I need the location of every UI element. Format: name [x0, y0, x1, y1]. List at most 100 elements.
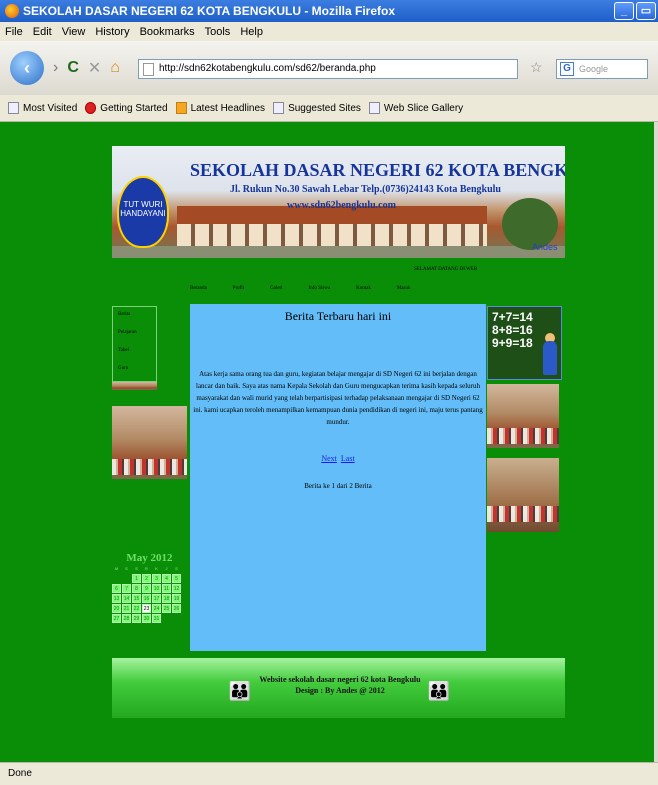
school-address: Jl. Rukun No.30 Sawah Lebar Telp.(0736)2… — [230, 184, 501, 195]
calendar-weekday: S — [135, 566, 138, 571]
bookmark-most-visited[interactable]: Most Visited — [8, 102, 77, 114]
calendar-week-row: 27 28 29 30 31 — [112, 614, 187, 623]
calendar-day[interactable]: 26 — [172, 604, 181, 613]
banner-ground — [112, 246, 565, 258]
calendar-weekday: R — [145, 566, 148, 571]
welcome-text: SELAMAT DATANG DI WEB — [414, 267, 478, 272]
calendar-day[interactable]: 31 — [152, 614, 161, 623]
reload-icon[interactable]: C — [67, 59, 79, 77]
bookmark-web-slice-gallery[interactable]: Web Slice Gallery — [368, 102, 463, 114]
home-icon[interactable]: ⌂ — [110, 59, 120, 77]
calendar-empty-cell — [162, 614, 171, 623]
forward-button[interactable]: › — [53, 59, 58, 77]
calendar-day[interactable]: 21 — [122, 604, 131, 613]
calendar-day[interactable]: 24 — [152, 604, 161, 613]
calendar-day[interactable]: 19 — [172, 594, 181, 603]
window-titlebar: SEKOLAH DASAR NEGERI 62 KOTA BENGKULU - … — [0, 0, 658, 22]
nav-galeri[interactable]: Galeri — [270, 286, 283, 291]
students-group — [487, 506, 559, 522]
calendar-day[interactable]: 15 — [132, 594, 141, 603]
bookmarks-toolbar: Most Visited Getting Started Latest Head… — [0, 95, 658, 122]
minimize-button[interactable]: _ — [614, 2, 634, 20]
side-menu-guru[interactable]: Guru — [118, 366, 156, 379]
menu-file[interactable]: File — [5, 26, 23, 38]
calendar-day[interactable]: 30 — [142, 614, 151, 623]
page-content: TUT WURI HANDAYANI SEKOLAH DASAR NEGERI … — [0, 122, 654, 762]
banner-school-wall — [177, 224, 487, 248]
calendar-days: 1 2 3 4 5 6 7 8 9 10 11 12 13 14 15 16 17 18 19 20 21 22 23 24 2… — [112, 574, 187, 623]
window-title: SEKOLAH DASAR NEGERI 62 KOTA BENGKULU - … — [23, 4, 396, 18]
last-link[interactable]: Last — [341, 454, 355, 463]
calendar-day[interactable]: 20 — [112, 604, 121, 613]
school-logo: TUT WURI HANDAYANI — [117, 176, 169, 248]
nav-kontak[interactable]: Kontak — [356, 286, 371, 291]
calendar-day[interactable]: 14 — [122, 594, 131, 603]
calendar-day[interactable]: 16 — [142, 594, 151, 603]
menu-edit[interactable]: Edit — [33, 26, 52, 38]
news-pagination: Next Last — [190, 454, 486, 463]
students-group — [487, 428, 559, 444]
calendar-day[interactable]: 23 — [142, 604, 151, 613]
calendar-day[interactable]: 9 — [142, 584, 151, 593]
search-placeholder: Google — [579, 64, 609, 74]
calendar-day[interactable]: 5 — [172, 574, 181, 583]
calendar-weekday: M — [114, 566, 119, 571]
menu-tools[interactable]: Tools — [205, 26, 231, 38]
maximize-button[interactable]: ▭ — [636, 2, 656, 20]
footer-text: Website sekolah dasar negeri 62 kota Ben… — [255, 674, 425, 696]
calendar-day[interactable]: 17 — [152, 594, 161, 603]
right-class-photo-1 — [487, 384, 559, 448]
calendar-day[interactable]: 18 — [162, 594, 171, 603]
calendar-day[interactable]: 1 — [132, 574, 141, 583]
calendar-day[interactable]: 28 — [122, 614, 131, 623]
calendar-day[interactable]: 22 — [132, 604, 141, 613]
news-counter: Berita ke 1 dari 2 Berita — [304, 482, 372, 490]
calendar-day[interactable]: 3 — [152, 574, 161, 583]
next-link[interactable]: Next — [321, 454, 337, 463]
calendar-day[interactable]: 13 — [112, 594, 121, 603]
search-input[interactable]: G Google — [556, 59, 648, 79]
right-class-photo-2 — [487, 458, 559, 532]
nav-masuk[interactable]: Masuk — [397, 286, 411, 291]
school-title: SEKOLAH DASAR NEGERI 62 KOTA BENGKULU — [190, 160, 565, 180]
vertical-scrollbar[interactable] — [654, 122, 658, 762]
menu-view[interactable]: View — [62, 26, 86, 38]
bookmark-getting-started[interactable]: Getting Started — [85, 102, 168, 114]
calendar-day[interactable]: 27 — [112, 614, 121, 623]
bookmark-latest-headlines[interactable]: Latest Headlines — [175, 102, 265, 114]
bookmark-suggested-sites[interactable]: Suggested Sites — [273, 102, 361, 114]
nav-profil[interactable]: Profil — [233, 286, 244, 291]
bookmark-star-icon[interactable]: ☆ — [530, 59, 543, 76]
calendar-weekday: S — [125, 566, 128, 571]
calendar-day[interactable]: 25 — [162, 604, 171, 613]
calendar-day[interactable]: 8 — [132, 584, 141, 593]
side-menu: Berita Pelajaran Tabel Guru — [112, 306, 157, 382]
menu-help[interactable]: Help — [240, 26, 263, 38]
calendar-day[interactable]: 7 — [122, 584, 131, 593]
nav-info-siswa[interactable]: Info Siswa — [309, 286, 331, 291]
side-menu-tabel[interactable]: Tabel — [118, 348, 156, 361]
top-nav-menu: Beranda Profil Galeri Info Siswa Kontak … — [190, 286, 436, 291]
calendar-day[interactable]: 12 — [172, 584, 181, 593]
news-body: Atas kerja sama orang tua dan guru, kegi… — [193, 370, 483, 426]
side-menu-berita[interactable]: Berita — [118, 312, 156, 325]
menu-history[interactable]: History — [95, 26, 129, 38]
menu-bookmarks[interactable]: Bookmarks — [140, 26, 195, 38]
calendar-day[interactable]: 6 — [112, 584, 121, 593]
calendar-day[interactable]: 29 — [132, 614, 141, 623]
calendar-day[interactable]: 4 — [162, 574, 171, 583]
stop-icon[interactable]: ✕ — [88, 58, 101, 78]
nav-beranda[interactable]: Beranda — [190, 286, 207, 291]
calendar-day[interactable]: 11 — [162, 584, 171, 593]
calendar-widget: May 2012 MSSRKJS 1 2 3 4 5 6 7 8 9 10 11 12 13 14 15 16… — [112, 552, 187, 623]
calendar-week-row: 6 7 8 9 10 11 12 — [112, 584, 187, 593]
left-photo-strip — [112, 382, 157, 390]
calendar-weekday: K — [155, 566, 158, 571]
calendar-empty-cell — [122, 574, 131, 583]
side-menu-pelajaran[interactable]: Pelajaran — [118, 330, 156, 343]
back-button[interactable]: ‹ — [10, 51, 44, 85]
calendar-title: May 2012 — [126, 552, 173, 564]
url-bar[interactable]: http://sdn62kotabengkulu.com/sd62/berand… — [138, 59, 518, 79]
calendar-day[interactable]: 10 — [152, 584, 161, 593]
calendar-day[interactable]: 2 — [142, 574, 151, 583]
